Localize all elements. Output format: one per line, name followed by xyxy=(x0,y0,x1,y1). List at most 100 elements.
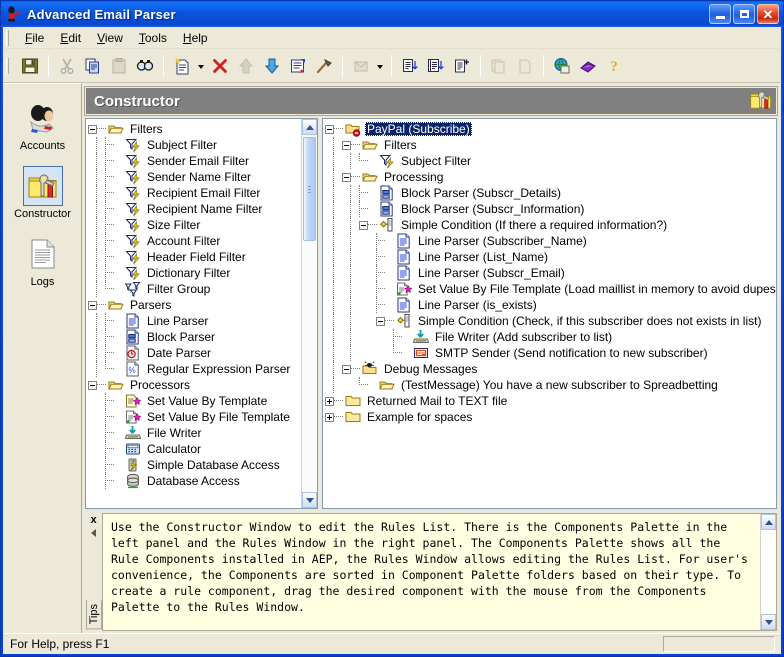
scroll-up-button[interactable] xyxy=(302,119,317,135)
tree-item[interactable]: File Writer (Add subscriber to list) xyxy=(325,329,776,345)
copy-icon[interactable] xyxy=(80,53,106,79)
properties-icon[interactable] xyxy=(285,53,311,79)
tree-expander-minus[interactable] xyxy=(342,140,351,150)
manual-icon[interactable] xyxy=(575,53,601,79)
close-icon[interactable]: x xyxy=(90,515,96,526)
tree-item[interactable]: Block Parser (Subscr_Details) xyxy=(325,185,776,201)
tree-expander-minus[interactable] xyxy=(88,124,97,134)
save-icon[interactable] xyxy=(17,53,43,79)
tips-scroll-down-button[interactable] xyxy=(761,614,776,630)
export-list-icon[interactable] xyxy=(423,53,449,79)
menu-view[interactable]: View xyxy=(89,29,131,47)
tree-expander-minus[interactable] xyxy=(88,380,97,390)
scroll-thumb[interactable] xyxy=(303,137,316,241)
tree-item[interactable]: Set Value By File Template xyxy=(88,409,301,425)
sidebar-item-constructor[interactable]: Constructor xyxy=(7,166,79,220)
copy-rule-icon[interactable] xyxy=(512,53,538,79)
tree-item[interactable]: PayPal (Subscribe) xyxy=(325,121,776,137)
tips-tab[interactable]: Tips xyxy=(85,599,102,629)
find-icon[interactable] xyxy=(132,53,158,79)
new-item-dropdown[interactable] xyxy=(195,53,207,79)
menu-gripper[interactable] xyxy=(6,30,13,46)
tree-item[interactable]: % Regular Expression Parser xyxy=(88,361,301,377)
sidebar-item-logs[interactable]: Logs xyxy=(7,234,79,288)
tree-item[interactable]: Example for spaces xyxy=(325,409,776,425)
rules-window-tree[interactable]: PayPal (Subscribe) Filters Subject Filter P… xyxy=(322,118,777,509)
minimize-button[interactable] xyxy=(709,4,731,24)
tree-item[interactable]: Processors xyxy=(88,377,301,393)
help-icon[interactable]: ? xyxy=(601,53,627,79)
tree-item[interactable]: SMTP Sender (Send notification to new su… xyxy=(325,345,776,361)
close-button[interactable]: ✕ xyxy=(757,4,779,24)
tree-item[interactable]: File Writer xyxy=(88,425,301,441)
tree-item[interactable]: Filters xyxy=(325,137,776,153)
collapse-icon[interactable] xyxy=(91,529,96,537)
tree-item[interactable]: Account Filter xyxy=(88,233,301,249)
paste-icon[interactable] xyxy=(106,53,132,79)
scroll-down-button[interactable] xyxy=(302,492,317,508)
tree-item[interactable]: Sender Name Filter xyxy=(88,169,301,185)
maximize-button[interactable] xyxy=(733,4,755,24)
tree-item[interactable]: Line Parser (is_exists) xyxy=(325,297,776,313)
tree-item[interactable]: Dictionary Filter xyxy=(88,265,301,281)
tree-item[interactable]: Set Value By Template xyxy=(88,393,301,409)
tree-item[interactable]: Line Parser (List_Name) xyxy=(325,249,776,265)
sidebar-item-accounts[interactable]: Accounts xyxy=(7,98,79,152)
tree-expander-minus[interactable] xyxy=(88,300,97,310)
tree-expander-minus[interactable] xyxy=(359,220,368,230)
tree-expander-minus[interactable] xyxy=(342,364,351,374)
tips-scrollbar[interactable] xyxy=(760,514,776,630)
toolbar-gripper[interactable] xyxy=(6,57,13,74)
tree-item[interactable]: Line Parser (Subscr_Email) xyxy=(325,265,776,281)
components-palette-tree[interactable]: Filters Subject Filter Sender Email Filter… xyxy=(85,118,318,509)
move-down-icon[interactable] xyxy=(259,53,285,79)
tree-item[interactable]: (TestMessage) You have a new subscriber … xyxy=(325,377,776,393)
tree-expander-minus[interactable] xyxy=(342,172,351,182)
tree-item[interactable]: Parsers xyxy=(88,297,301,313)
copy-rules-icon[interactable] xyxy=(486,53,512,79)
tree-item[interactable]: Size Filter xyxy=(88,217,301,233)
delete-icon[interactable] xyxy=(207,53,233,79)
import-list-icon[interactable] xyxy=(397,53,423,79)
tree-item[interactable]: Processing xyxy=(325,169,776,185)
tree-item[interactable]: Block Parser xyxy=(88,329,301,345)
tree-item[interactable]: Simple Condition (If there a required in… xyxy=(325,217,776,233)
tree-item[interactable]: Filters xyxy=(88,121,301,137)
cut-icon[interactable] xyxy=(54,53,80,79)
menu-file[interactable]: File xyxy=(17,29,52,47)
send-receive-dropdown[interactable] xyxy=(374,53,386,79)
tree-item[interactable]: Subject Filter xyxy=(88,137,301,153)
send-receive-icon[interactable] xyxy=(348,53,374,79)
add-list-icon[interactable] xyxy=(449,53,475,79)
menu-tools[interactable]: Tools xyxy=(131,29,175,47)
menu-edit[interactable]: Edit xyxy=(52,29,89,47)
web-icon[interactable] xyxy=(549,53,575,79)
tree-item[interactable]: Calculator xyxy=(88,441,301,457)
tree-item[interactable]: Recipient Email Filter xyxy=(88,185,301,201)
tree-expander-plus[interactable] xyxy=(325,412,334,422)
tree-item[interactable]: Subject Filter xyxy=(325,153,776,169)
move-up-icon[interactable] xyxy=(233,53,259,79)
new-item-icon[interactable] xyxy=(169,53,195,79)
tree-item[interactable]: Debug Messages xyxy=(325,361,776,377)
tree-item[interactable]: Returned Mail to TEXT file xyxy=(325,393,776,409)
menu-help[interactable]: Help xyxy=(175,29,216,47)
tips-scroll-up-button[interactable] xyxy=(761,514,776,530)
palette-scrollbar[interactable] xyxy=(301,119,317,508)
tree-item[interactable]: Filter Group xyxy=(88,281,301,297)
tree-item[interactable]: Block Parser (Subscr_Information) xyxy=(325,201,776,217)
scroll-track[interactable] xyxy=(302,135,317,492)
tree-item[interactable]: Recipient Name Filter xyxy=(88,201,301,217)
build-icon[interactable] xyxy=(311,53,337,79)
tree-item[interactable]: Header Field Filter xyxy=(88,249,301,265)
tree-item[interactable]: Set Value By File Template (Load maillis… xyxy=(325,281,776,297)
tree-expander-minus[interactable] xyxy=(376,316,385,326)
tree-expander-minus[interactable] xyxy=(325,124,334,134)
tree-item[interactable]: Sender Email Filter xyxy=(88,153,301,169)
tree-item[interactable]: Database Access xyxy=(88,473,301,489)
tree-item[interactable]: Line Parser (Subscriber_Name) xyxy=(325,233,776,249)
tree-item[interactable]: Date Parser xyxy=(88,345,301,361)
tree-expander-plus[interactable] xyxy=(325,396,334,406)
tree-item[interactable]: Simple Database Access xyxy=(88,457,301,473)
tree-item[interactable]: Line Parser xyxy=(88,313,301,329)
